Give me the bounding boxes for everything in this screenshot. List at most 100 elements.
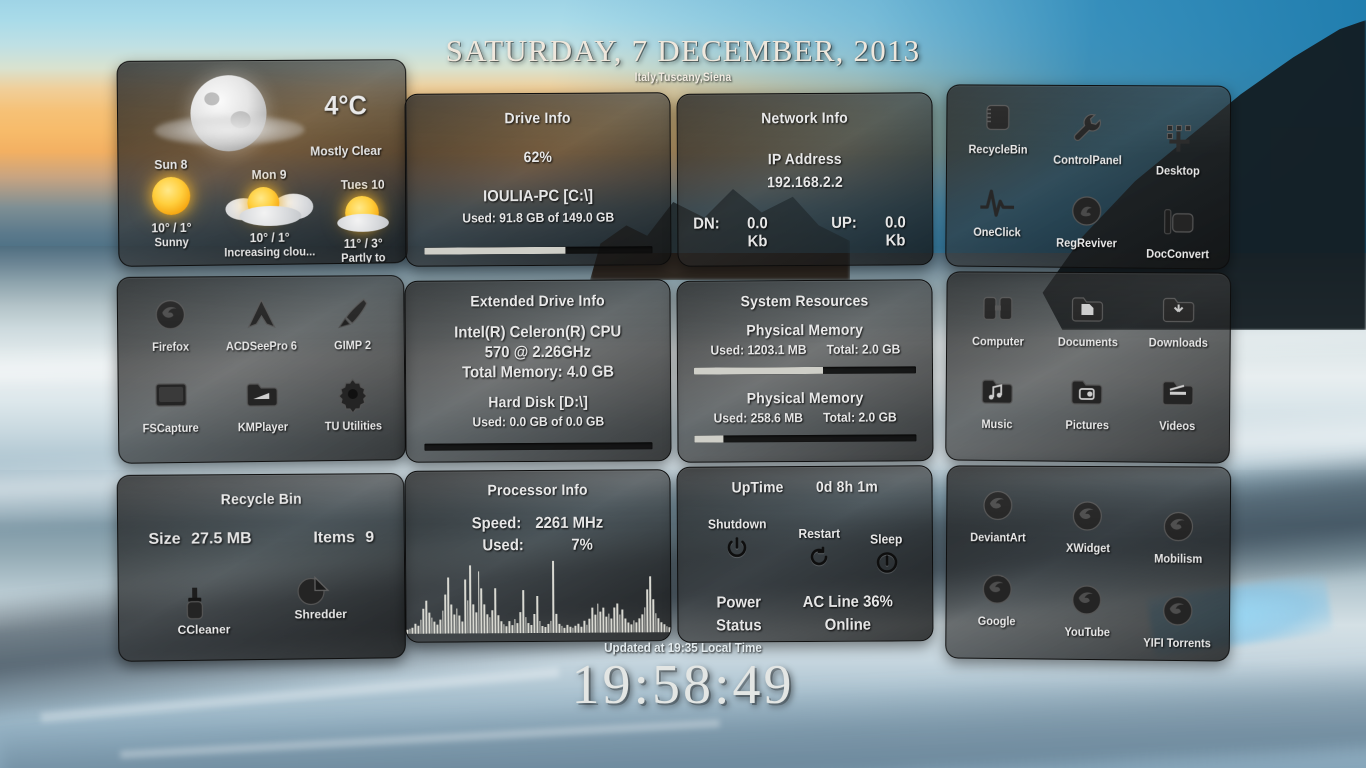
cpu-graph-bar: [599, 611, 602, 633]
cpu-graph-bar: [596, 603, 599, 633]
icon-recyclebin[interactable]: RecycleBin: [953, 94, 1043, 177]
cpu-graph-bar: [417, 625, 420, 634]
icon-downloads[interactable]: Downloads: [1133, 287, 1224, 371]
forecast-day[interactable]: Mon 9 10° / 1° Increasing clou...: [217, 166, 322, 260]
clock-updated-text: Updated at 19:35 Local Time: [604, 640, 762, 655]
drive-info-percent: 62%: [523, 148, 553, 167]
cpu-graph-bar: [668, 627, 671, 633]
folder-icons-panel[interactable]: Computer Documents Downloads Music Pictu…: [945, 271, 1232, 464]
processor-info-widget[interactable]: Processor Info Speed: 2261 MHz Used: 7%: [404, 469, 672, 643]
cpu-graph-bar: [605, 616, 608, 633]
shredder-icon: [294, 569, 347, 607]
cpu-graph-bar: [450, 604, 453, 634]
gimp-icon: [333, 290, 371, 336]
icon-xwidget[interactable]: XWidget: [1042, 493, 1133, 568]
icon-label: ControlPanel: [1053, 152, 1123, 168]
extended-drive-info-widget[interactable]: Extended Drive Info Intel(R) Celeron(R) …: [404, 279, 672, 463]
cpu-graph-bar: [505, 626, 508, 634]
icon-label: Firefox: [151, 339, 189, 354]
folder-icons-grid: Computer Documents Downloads Music Pictu…: [946, 272, 1230, 462]
cpu-graph-bar: [585, 624, 588, 633]
memory-row: Physical Memory Used: 258.6 MB Total: 2.…: [678, 389, 932, 443]
icon-firefox[interactable]: Firefox: [124, 291, 217, 373]
icon-music[interactable]: Music: [952, 369, 1042, 453]
date-text: SATURDAY, 7 DECEMBER, 2013: [445, 33, 921, 68]
icon-oneclick[interactable]: OneClick: [952, 177, 1042, 261]
icon-videos[interactable]: Videos: [1132, 370, 1223, 454]
firefox-icon: [1158, 588, 1197, 635]
cpu-graph-bar: [472, 604, 475, 634]
clock-widget[interactable]: Updated at 19:35 Local Time 19:58:49: [0, 640, 1366, 714]
cpu-graph-bar: [527, 623, 530, 634]
sun-partly-icon: [315, 191, 408, 236]
drive-info-widget[interactable]: Drive Info 62% IOULIA-PC [C:\] Used: 91.…: [404, 92, 672, 267]
icon-kmplayer[interactable]: KMPlayer: [216, 372, 308, 454]
icon-gimp[interactable]: GIMP 2: [307, 290, 398, 371]
cpu-graph-bar: [552, 560, 555, 633]
icon-regreviver[interactable]: RegReviver: [1042, 188, 1133, 262]
forecast-day[interactable]: Sun 8 10° / 1° Sunny: [124, 156, 217, 250]
cpu-graph-bar: [643, 607, 646, 633]
cpu-graph-bar: [455, 608, 458, 634]
sleep-button[interactable]: Sleep: [869, 531, 904, 579]
system-resources-widget[interactable]: System Resources Physical Memory Used: 1…: [676, 279, 934, 463]
icon-fscapture[interactable]: FSCapture: [125, 372, 218, 454]
sleep-label: Sleep: [870, 531, 903, 547]
cpu-graph-bar: [533, 614, 536, 634]
icon-mobilism[interactable]: Mobilism: [1133, 503, 1224, 568]
recycle-size-value: 27.5 MB: [191, 530, 252, 548]
drive-info-progress-bar: [424, 246, 653, 255]
uptime-widget[interactable]: UpTime 0d 8h 1m Shutdown Restart Sleep P…: [676, 465, 934, 643]
icon-controlpanel[interactable]: ControlPanel: [1042, 105, 1133, 179]
restart-button[interactable]: Restart: [796, 526, 841, 580]
system-icons-panel[interactable]: RecycleBin ControlPanel Desktop OneClick…: [945, 84, 1232, 270]
icon-google[interactable]: Google: [952, 566, 1042, 651]
cpu-graph-bar: [572, 627, 574, 633]
ext-drive-title: Extended Drive Info: [470, 292, 605, 311]
network-ip-value: 192.168.2.2: [767, 173, 843, 192]
icon-label: Music: [981, 416, 1013, 432]
memory-total: Total: 2.0 GB: [823, 409, 898, 425]
icon-label: YouTube: [1064, 624, 1110, 640]
network-info-widget[interactable]: Network Info IP Address 192.168.2.2 DN: …: [676, 92, 934, 267]
icon-tu-utilities[interactable]: TU Utilities: [308, 371, 399, 453]
ext-drive-progress-bar: [424, 442, 653, 451]
app-icons-grid: Firefox ACDSeePro 6 GIMP 2 FSCapture KMP…: [118, 276, 405, 463]
cpu-graph-bar: [580, 626, 583, 633]
cpu-graph-bar: [602, 607, 605, 633]
app-icons-panel[interactable]: Firefox ACDSeePro 6 GIMP 2 FSCapture KMP…: [116, 275, 406, 464]
cpu-graph-bar: [652, 599, 655, 633]
ccleaner-icon: [177, 584, 230, 623]
cpu-graph-bar: [463, 579, 467, 634]
power-icon: [725, 535, 749, 559]
weather-widget[interactable]: 4°C Mostly Clear Sun 8 10° / 1° Sunny Mo…: [116, 59, 409, 267]
sleep-icon: [875, 550, 899, 574]
icon-docconvert[interactable]: DocConvert: [1132, 198, 1223, 262]
shutdown-label: Shutdown: [707, 516, 767, 532]
cpu-graph-bar: [666, 626, 668, 633]
recycle-bin-widget[interactable]: Recycle Bin Size 27.5 MB Items 9 CCleane…: [116, 473, 406, 662]
icon-documents[interactable]: Documents: [1042, 287, 1133, 371]
docconvert-icon: [1158, 199, 1197, 246]
icon-shredder[interactable]: Shredder: [294, 569, 347, 635]
date-header: SATURDAY, 7 DECEMBER, 2013 Italy,Tuscany…: [0, 33, 1366, 84]
cpu-graph-bar: [425, 600, 428, 634]
ext-drive-disk-usage: Used: 0.0 GB of 0.0 GB: [472, 413, 605, 430]
cpu-graph-bar: [433, 621, 436, 634]
web-links-panel[interactable]: DeviantArt XWidget Mobilism Google YouTu…: [945, 465, 1232, 662]
cpu-graph-bar: [561, 625, 563, 633]
icon-pictures[interactable]: Pictures: [1042, 370, 1133, 454]
icon-acdsee[interactable]: ACDSeePro 6: [216, 291, 308, 373]
cpu-graph-bar: [444, 594, 447, 634]
ac-line-status: AC Line 36%: [802, 593, 893, 612]
icon-label: XWidget: [1065, 540, 1110, 556]
shutdown-button[interactable]: Shutdown: [706, 516, 769, 580]
forecast-day[interactable]: Tues 10 11° / 3° Partly to mostly...: [315, 177, 408, 267]
icon-desktop[interactable]: Desktop: [1133, 115, 1224, 179]
cpu-graph-bar: [607, 613, 610, 633]
icon-deviantart[interactable]: DeviantArt: [953, 482, 1043, 566]
cpu-graph-bar: [419, 619, 422, 634]
icon-ccleaner[interactable]: CCleaner: [177, 584, 231, 637]
cpu-graph-bar: [646, 589, 649, 633]
icon-computer[interactable]: Computer: [953, 286, 1043, 369]
